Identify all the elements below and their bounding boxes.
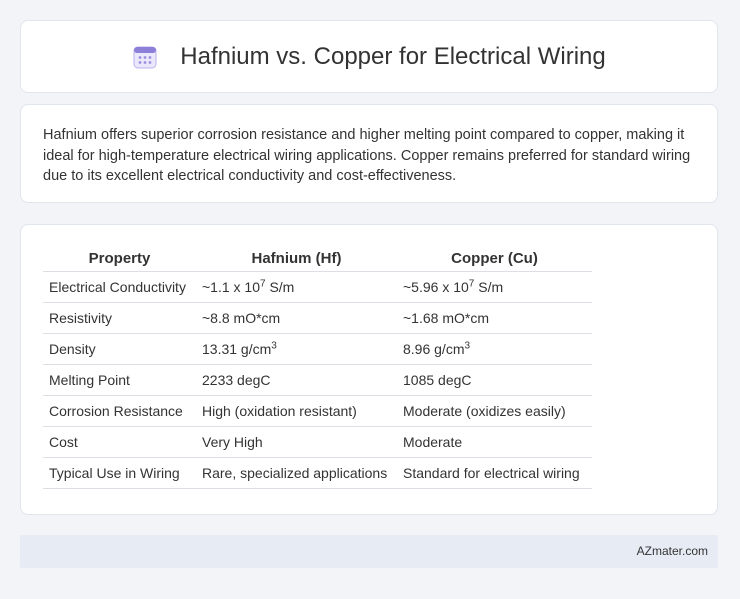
table-row: Cost Very High Moderate — [43, 426, 592, 458]
hafnium-cell: ~8.8 mO*cm — [196, 302, 397, 334]
property-cell: Melting Point — [43, 364, 196, 396]
footer-bar: AZmater.com — [20, 535, 718, 568]
property-cell: Electrical Conductivity — [43, 271, 196, 303]
value-text: 8.96 g/cm — [403, 341, 465, 357]
table-row: Density 13.31 g/cm3 8.96 g/cm3 — [43, 333, 592, 365]
value-unit: S/m — [265, 279, 295, 295]
page-title: Hafnium vs. Copper for Electrical Wiring — [180, 42, 606, 70]
header-property: Property — [43, 245, 196, 272]
table-row: Resistivity ~8.8 mO*cm ~1.68 mO*cm — [43, 302, 592, 334]
copper-cell: 1085 degC — [397, 364, 592, 396]
copper-cell: Standard for electrical wiring — [397, 457, 592, 489]
intro-text: Hafnium offers superior corrosion resist… — [43, 127, 691, 184]
header-hafnium: Hafnium (Hf) — [196, 245, 397, 272]
value-text: ~1.1 x 10 — [202, 279, 260, 295]
value-text: 13.31 g/cm — [202, 341, 272, 357]
property-cell: Typical Use in Wiring — [43, 457, 196, 489]
property-cell: Resistivity — [43, 302, 196, 334]
copper-cell: 8.96 g/cm3 — [397, 333, 592, 365]
hafnium-cell: Rare, specialized applications — [196, 457, 397, 489]
intro-card: Hafnium offers superior corrosion resist… — [20, 104, 718, 203]
copper-cell: ~1.68 mO*cm — [397, 302, 592, 334]
header-copper: Copper (Cu) — [397, 245, 592, 272]
value-unit: S/m — [474, 279, 504, 295]
table-row: Electrical Conductivity ~1.1 x 107 S/m ~… — [43, 271, 592, 303]
calendar-icon — [133, 46, 157, 68]
value-exponent: 3 — [464, 340, 471, 352]
value-text: ~5.96 x 10 — [403, 279, 469, 295]
value-exponent: 3 — [271, 340, 277, 352]
table-row: Typical Use in Wiring Rare, specialized … — [43, 457, 592, 489]
hafnium-cell: 13.31 g/cm3 — [196, 333, 397, 365]
footer-brand[interactable]: AZmater.com — [637, 544, 708, 558]
table-row: Corrosion Resistance High (oxidation res… — [43, 395, 592, 427]
hafnium-cell: Very High — [196, 426, 397, 458]
copper-cell: Moderate — [397, 426, 592, 458]
comparison-table: Property Hafnium (Hf) Copper (Cu) Electr… — [43, 245, 592, 489]
table-header-row: Property Hafnium (Hf) Copper (Cu) — [43, 245, 592, 272]
table-row: Melting Point 2233 degC 1085 degC — [43, 364, 592, 396]
property-cell: Corrosion Resistance — [43, 395, 196, 427]
copper-cell: ~5.96 x 107 S/m — [397, 271, 592, 303]
property-cell: Cost — [43, 426, 196, 458]
property-cell: Density — [43, 333, 196, 365]
copper-cell: Moderate (oxidizes easily) — [397, 395, 592, 427]
title-card: Hafnium vs. Copper for Electrical Wiring — [20, 20, 718, 93]
comparison-card: Property Hafnium (Hf) Copper (Cu) Electr… — [20, 224, 718, 515]
hafnium-cell: High (oxidation resistant) — [196, 395, 397, 427]
title-wrap: Hafnium vs. Copper for Electrical Wiring — [132, 42, 606, 71]
hafnium-cell: ~1.1 x 107 S/m — [196, 271, 397, 303]
hafnium-cell: 2233 degC — [196, 364, 397, 396]
